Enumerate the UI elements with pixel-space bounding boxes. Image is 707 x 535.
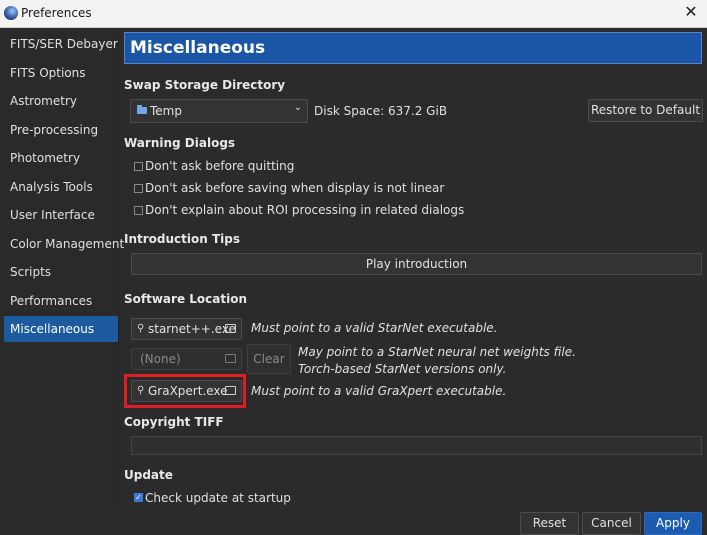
sidebar-item-analysis-tools[interactable]: Analysis Tools [4,174,118,200]
sidebar-item-performances[interactable]: Performances [4,288,118,314]
sidebar-item-scripts[interactable]: Scripts [4,259,118,285]
cancel-button[interactable]: Cancel [582,512,641,535]
apply-button[interactable]: Apply [644,512,702,535]
software-section-title: Software Location [124,292,247,306]
key-icon: ⚲ [137,323,145,334]
folder-open-icon [225,324,236,333]
clear-button[interactable]: Clear [247,344,291,374]
folder-icon [137,105,147,114]
weights-file-chooser[interactable]: (None) [131,348,242,370]
starnet-file-chooser[interactable]: ⚲ starnet++.exe [131,318,242,340]
update-checkbox[interactable]: ✓ [134,493,143,502]
weights-file-value: (None) [140,352,181,366]
reset-button[interactable]: Reset [520,512,579,535]
title-bar: Preferences ✕ [0,0,707,28]
play-introduction-button[interactable]: Play introduction [131,253,702,275]
weights-note-line1: May point to a StarNet neural net weight… [298,345,576,359]
sidebar-item-user-interface[interactable]: User Interface [4,202,118,228]
weights-note-line2: Torch-based StarNet versions only. [298,362,507,376]
sidebar-item-color-management[interactable]: Color Management [4,231,124,257]
warning-label-linear: Don't ask before saving when display is … [145,181,445,195]
copyright-tiff-input[interactable] [131,436,702,455]
chevron-down-icon: ⌄ [293,102,302,113]
sidebar-item-fits-ser-debayer[interactable]: FITS/SER Debayer [4,31,118,57]
sidebar-item-pre-processing[interactable]: Pre-processing [4,117,118,143]
update-section-title: Update [124,468,173,482]
warning-label-roi: Don't explain about ROI processing in re… [145,203,465,217]
copyright-section-title: Copyright TIFF [124,415,224,429]
intro-section-title: Introduction Tips [124,232,240,246]
graxpert-note: Must point to a valid GraXpert executabl… [251,384,507,398]
sidebar-item-fits-options[interactable]: FITS Options [4,60,118,86]
warning-section-title: Warning Dialogs [124,136,236,150]
folder-open-icon [225,354,236,363]
warning-checkbox-linear[interactable] [134,184,143,193]
highlight-box [124,374,246,408]
warning-checkbox-quit[interactable] [134,162,143,171]
disk-space-label: Disk Space: 637.2 GiB [314,104,448,118]
swap-directory-value: Temp [150,104,182,118]
update-checkbox-label: Check update at startup [145,491,291,505]
miscellaneous-panel: Miscellaneous Swap Storage Directory Tem… [120,31,707,535]
warning-checkbox-roi[interactable] [134,206,143,215]
sidebar-item-photometry[interactable]: Photometry [4,145,118,171]
restore-default-button[interactable]: Restore to Default [588,99,703,122]
swap-directory-select[interactable]: Temp ⌄ [130,99,308,123]
sidebar-item-astrometry[interactable]: Astrometry [4,88,118,114]
app-icon [4,6,18,20]
window-title: Preferences [21,6,92,20]
swap-section-title: Swap Storage Directory [124,78,286,92]
sidebar-item-miscellaneous[interactable]: Miscellaneous [4,316,118,342]
close-icon[interactable]: ✕ [682,3,700,21]
preferences-sidebar: FITS/SER Debayer FITS Options Astrometry… [4,31,124,509]
warning-label-quit: Don't ask before quitting [145,159,295,173]
starnet-file-value: starnet++.exe [148,322,236,336]
page-title: Miscellaneous [124,32,702,64]
starnet-note: Must point to a valid StarNet executable… [251,321,498,335]
